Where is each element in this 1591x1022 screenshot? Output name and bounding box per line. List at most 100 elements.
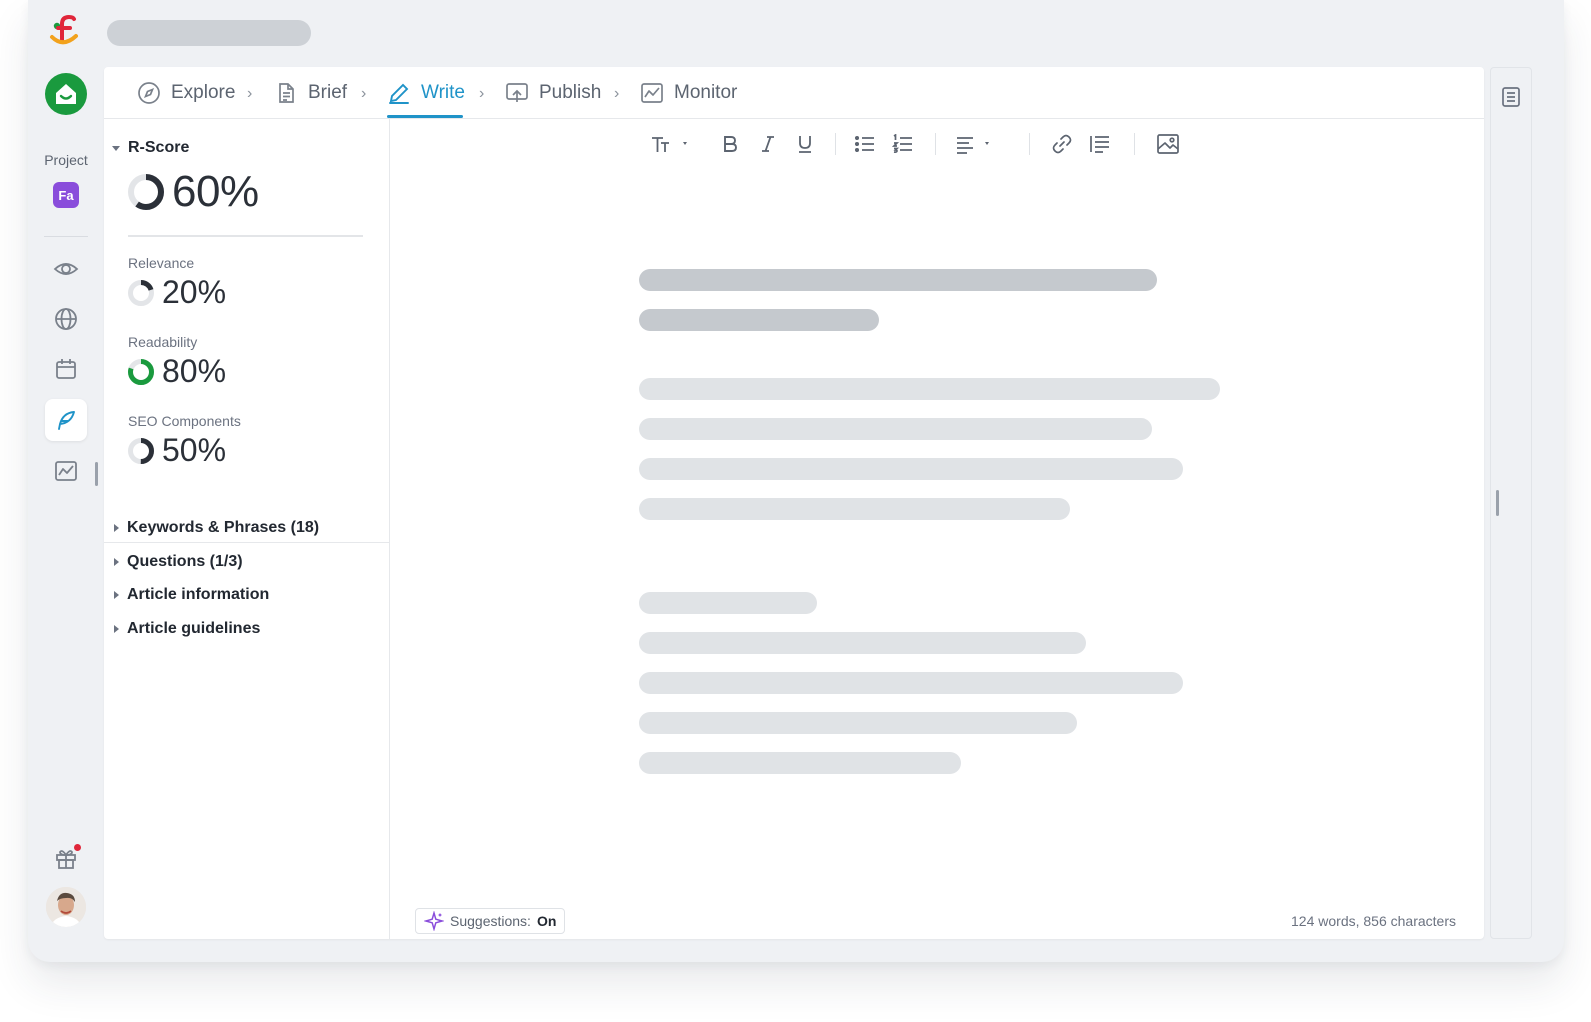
readability-ring-icon bbox=[128, 358, 154, 385]
toolbar-divider bbox=[935, 133, 936, 155]
text-line-placeholder bbox=[639, 712, 1077, 734]
bold-icon bbox=[724, 136, 737, 152]
image-icon bbox=[1157, 134, 1179, 154]
chart-icon bbox=[641, 83, 663, 103]
chevron-right-icon: › bbox=[247, 85, 253, 102]
relevance-ring-icon bbox=[128, 279, 154, 306]
section-label: Article guidelines bbox=[127, 620, 261, 637]
quote-button[interactable] bbox=[1088, 131, 1112, 157]
rail-item-visibility[interactable] bbox=[45, 248, 87, 290]
home-icon bbox=[56, 84, 76, 104]
upload-cloud-icon bbox=[506, 83, 528, 102]
align-icon bbox=[957, 137, 989, 154]
rail-item-analytics[interactable] bbox=[45, 450, 87, 492]
relevance-label: Relevance bbox=[128, 255, 195, 271]
chevron-right-icon: › bbox=[614, 85, 620, 102]
suggestions-state: On bbox=[536, 913, 557, 929]
bold-button[interactable] bbox=[719, 131, 741, 157]
editor-card: Explore › Brief › Write › Publish › Moni… bbox=[104, 67, 1484, 939]
readability-score: 80% bbox=[128, 353, 226, 390]
rail-item-calendar[interactable] bbox=[45, 348, 87, 390]
section-questions[interactable]: Questions (1/3) bbox=[114, 553, 243, 571]
tab-label: Write bbox=[421, 82, 465, 103]
expand-caret-icon bbox=[114, 524, 119, 532]
user-avatar[interactable] bbox=[46, 887, 86, 927]
bullet-list-button[interactable] bbox=[853, 131, 877, 157]
seo-label: SEO Components bbox=[128, 413, 241, 429]
italic-button[interactable] bbox=[757, 131, 779, 157]
image-button[interactable] bbox=[1155, 131, 1181, 157]
italic-icon bbox=[762, 136, 774, 152]
expand-caret-icon bbox=[114, 625, 119, 633]
divider bbox=[104, 542, 389, 543]
document-title-placeholder bbox=[107, 20, 311, 46]
notification-dot bbox=[74, 844, 81, 851]
heading-placeholder bbox=[639, 269, 1157, 291]
rscore-value: 60% bbox=[172, 167, 259, 216]
rail-item-web[interactable] bbox=[45, 298, 87, 340]
section-keywords[interactable]: Keywords & Phrases (18) bbox=[114, 519, 319, 537]
section-article-guidelines[interactable]: Article guidelines bbox=[114, 620, 260, 638]
underline-button[interactable] bbox=[794, 131, 816, 157]
link-icon bbox=[1052, 134, 1072, 154]
sparkle-icon bbox=[424, 911, 444, 931]
relevance-score: 20% bbox=[128, 274, 226, 311]
section-article-information[interactable]: Article information bbox=[114, 586, 269, 604]
rscore: 60% bbox=[128, 167, 259, 217]
tab-publish[interactable]: Publish bbox=[505, 81, 601, 105]
resize-handle[interactable] bbox=[1496, 490, 1499, 516]
rail-item-write[interactable] bbox=[45, 399, 87, 441]
text-line-placeholder bbox=[639, 672, 1183, 694]
link-button[interactable] bbox=[1050, 131, 1074, 157]
heading-placeholder bbox=[639, 309, 879, 331]
readability-label: Readability bbox=[128, 334, 198, 350]
pen-icon bbox=[389, 83, 409, 104]
analytics-icon bbox=[55, 461, 77, 481]
text-size-icon bbox=[652, 137, 687, 152]
expand-caret-icon bbox=[114, 558, 119, 566]
toolbar-divider bbox=[835, 133, 836, 155]
rscore-ring-icon bbox=[128, 174, 164, 210]
tab-write[interactable]: Write bbox=[387, 81, 465, 105]
suggestions-toggle[interactable]: Suggestions: On bbox=[415, 908, 566, 934]
seo-value: 50% bbox=[162, 432, 227, 468]
section-label: Keywords & Phrases (18) bbox=[127, 519, 320, 536]
numbered-list-button[interactable] bbox=[891, 131, 915, 157]
section-label: Questions (1/3) bbox=[127, 553, 243, 570]
tab-brief[interactable]: Brief bbox=[274, 81, 347, 105]
readability-value: 80% bbox=[162, 353, 227, 389]
underline-icon bbox=[799, 136, 811, 153]
feather-icon bbox=[58, 411, 75, 430]
text-line-placeholder bbox=[639, 458, 1183, 480]
seo-score: 50% bbox=[128, 432, 226, 469]
score-panel: R-Score 60% Relevance 20% Readability 80… bbox=[104, 119, 390, 939]
toolbar-divider bbox=[1029, 133, 1030, 155]
quote-icon bbox=[1090, 136, 1109, 153]
tab-label: Brief bbox=[308, 82, 348, 103]
notes-button[interactable] bbox=[1501, 86, 1521, 113]
tab-label: Monitor bbox=[674, 82, 738, 103]
chevron-right-icon: › bbox=[479, 85, 485, 102]
active-tab-underline bbox=[387, 115, 463, 118]
numbered-list-icon bbox=[892, 134, 912, 153]
expand-caret-icon bbox=[114, 591, 119, 599]
home-button[interactable] bbox=[45, 73, 87, 115]
rail-item-gifts[interactable] bbox=[45, 837, 87, 879]
workflow-nav: Explore › Brief › Write › Publish › Moni… bbox=[104, 67, 1484, 119]
tab-label: Publish bbox=[539, 82, 602, 103]
collapse-caret-icon[interactable] bbox=[112, 146, 120, 151]
chevron-right-icon: › bbox=[361, 85, 367, 102]
rail-divider bbox=[44, 236, 88, 237]
rscore-title[interactable]: R-Score bbox=[128, 139, 189, 157]
text-line-placeholder bbox=[639, 498, 1070, 520]
tab-monitor[interactable]: Monitor bbox=[640, 81, 737, 105]
tab-explore[interactable]: Explore bbox=[137, 81, 235, 105]
text-size-button[interactable] bbox=[649, 131, 695, 157]
brand-logo[interactable] bbox=[48, 12, 82, 48]
text-line-placeholder bbox=[639, 378, 1220, 400]
calendar-icon bbox=[56, 359, 76, 379]
project-badge[interactable]: Fa bbox=[53, 182, 79, 208]
suggestions-label: Suggestions: bbox=[450, 913, 531, 929]
align-button[interactable] bbox=[955, 131, 999, 157]
bullet-list-icon bbox=[854, 135, 874, 153]
